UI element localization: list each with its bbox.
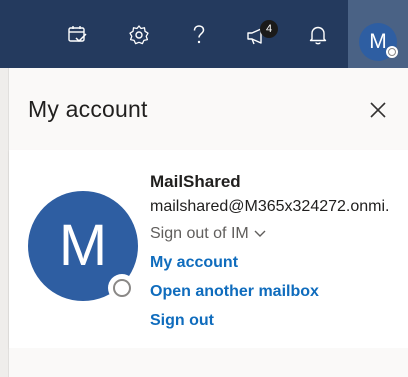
notifications-icon[interactable] — [305, 22, 331, 48]
user-display-name: MailShared — [150, 172, 241, 191]
panel-footer — [9, 348, 408, 377]
top-bar: 4 M — [0, 0, 408, 68]
settings-icon[interactable] — [126, 22, 152, 48]
sign-out-of-im-label: Sign out of IM — [150, 225, 249, 242]
notification-count-badge: 4 — [260, 20, 278, 38]
close-button[interactable] — [366, 98, 390, 122]
help-icon[interactable] — [186, 22, 212, 48]
user-email: mailshared@M365x324272.onmi. — [150, 198, 390, 215]
presence-status-icon-small — [386, 46, 398, 58]
sign-out-link[interactable]: Sign out — [150, 312, 214, 330]
my-account-link[interactable]: My account — [150, 254, 238, 272]
my-day-icon[interactable] — [64, 22, 90, 48]
chevron-down-icon — [254, 230, 266, 237]
open-another-mailbox-link[interactable]: Open another mailbox — [150, 283, 319, 301]
panel-title: My account — [28, 96, 148, 122]
close-icon — [370, 102, 386, 118]
presence-status-icon[interactable] — [108, 274, 136, 302]
background-strip — [0, 68, 9, 377]
sign-out-of-im-dropdown[interactable]: Sign out of IM — [150, 225, 266, 243]
